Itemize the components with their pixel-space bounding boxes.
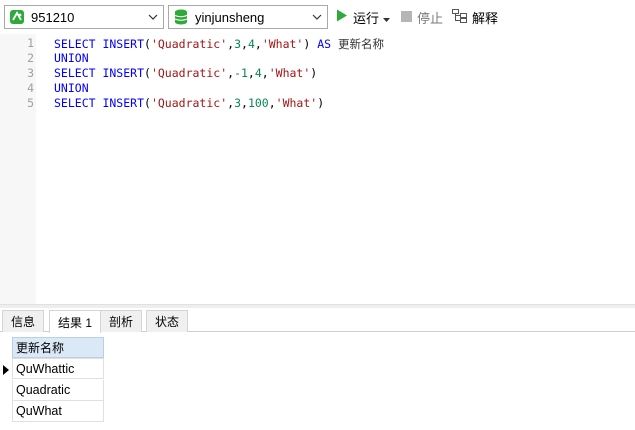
database-select[interactable]: yinjunsheng bbox=[168, 5, 328, 29]
string-literal: 'Quadratic' bbox=[150, 66, 228, 80]
tab-result-1[interactable]: 结果 1 bbox=[49, 310, 102, 333]
line-number: 4 bbox=[27, 81, 34, 95]
tab-status[interactable]: 状态 bbox=[146, 310, 189, 332]
number-literal: 4 bbox=[247, 37, 255, 51]
string-literal: 'What' bbox=[261, 37, 304, 51]
number-literal: 4 bbox=[254, 66, 262, 80]
line-number-gutter: 1 2 3 4 5 bbox=[0, 34, 36, 304]
number-literal: 100 bbox=[247, 96, 269, 110]
code-line: SELECT INSERT('Quadratic',3,4,'What') AS… bbox=[54, 36, 384, 52]
explain-label: 解释 bbox=[472, 10, 499, 26]
comma: , bbox=[241, 96, 248, 110]
current-row-indicator-icon bbox=[0, 359, 12, 380]
table-cell[interactable]: Quadratic bbox=[12, 380, 104, 401]
string-literal: 'Quadratic' bbox=[150, 96, 228, 110]
tab-info[interactable]: 信息 bbox=[2, 310, 45, 332]
number-literal: 3 bbox=[234, 96, 241, 110]
number-literal: -1 bbox=[234, 66, 248, 80]
line-number: 1 bbox=[27, 36, 34, 50]
number-literal: 3 bbox=[234, 37, 241, 51]
code-line: SELECT INSERT('Quadratic',-1,4,'What') bbox=[54, 66, 317, 80]
column-header[interactable]: 更新名称 bbox=[12, 337, 104, 358]
comma: , bbox=[247, 66, 255, 80]
comma: , bbox=[261, 66, 269, 80]
stop-label: 停止 bbox=[417, 10, 444, 26]
comma: , bbox=[254, 37, 262, 51]
run-label: 运行 bbox=[353, 10, 380, 26]
toolbar: 951210 yinjunsheng 运行 停止 解释 bbox=[0, 0, 635, 34]
connection-icon bbox=[8, 8, 26, 26]
connection-select[interactable]: 951210 bbox=[4, 5, 164, 29]
keyword: UNION bbox=[54, 81, 89, 95]
explain-icon bbox=[452, 8, 468, 26]
database-icon bbox=[172, 8, 190, 26]
stop-icon bbox=[401, 10, 412, 25]
result-grid: 更新名称 QuWhattic Quadratic QuWhat bbox=[0, 332, 635, 430]
comma: , bbox=[268, 96, 276, 110]
keyword: SELECT INSERT bbox=[54, 96, 145, 110]
keyword: SELECT INSERT bbox=[54, 66, 145, 80]
string-literal: 'What' bbox=[268, 66, 311, 80]
tab-profile[interactable]: 剖析 bbox=[100, 310, 143, 332]
explain-button[interactable]: 解释 bbox=[452, 8, 498, 26]
result-tabs: 信息 结果 1 剖析 状态 bbox=[0, 308, 635, 333]
caret-down-icon[interactable] bbox=[383, 10, 391, 25]
table-cell[interactable]: QuWhat bbox=[12, 401, 104, 422]
string-literal: 'What' bbox=[275, 96, 318, 110]
play-icon bbox=[336, 9, 348, 25]
table-cell[interactable]: QuWhattic bbox=[12, 358, 104, 379]
comma: , bbox=[241, 37, 248, 51]
database-value: yinjunsheng bbox=[195, 9, 265, 25]
paren: ( bbox=[144, 37, 151, 51]
connection-value: 951210 bbox=[31, 9, 75, 25]
stop-button[interactable]: 停止 bbox=[401, 8, 443, 26]
line-number: 3 bbox=[27, 66, 34, 80]
alias-name: 更新名称 bbox=[338, 37, 384, 51]
line-number: 5 bbox=[27, 96, 34, 110]
code-line: UNION bbox=[54, 51, 89, 65]
chevron-down-icon bbox=[310, 10, 324, 24]
paren: ( bbox=[144, 66, 151, 80]
paren: ) bbox=[317, 96, 325, 110]
chevron-down-icon bbox=[146, 10, 160, 24]
keyword: AS bbox=[310, 37, 338, 51]
paren: ) bbox=[310, 66, 318, 80]
code-line: SELECT INSERT('Quadratic',3,100,'What') bbox=[54, 96, 324, 110]
sql-editor[interactable]: 1 2 3 4 5 SELECT INSERT('Quadratic',3,4,… bbox=[0, 34, 635, 304]
code-line: UNION bbox=[54, 81, 89, 95]
string-literal: 'Quadratic' bbox=[150, 37, 228, 51]
keyword: SELECT INSERT bbox=[54, 37, 145, 51]
run-button[interactable]: 运行 bbox=[336, 8, 391, 26]
line-number: 2 bbox=[27, 51, 34, 65]
paren: ( bbox=[144, 96, 151, 110]
keyword: UNION bbox=[54, 51, 89, 65]
